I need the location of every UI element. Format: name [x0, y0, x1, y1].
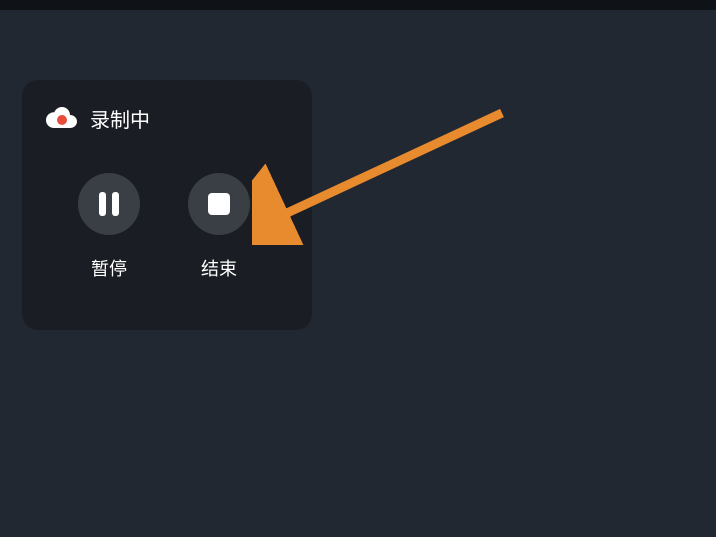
- controls-row: 暂停 结束: [78, 173, 292, 281]
- panel-title: 录制中: [90, 104, 150, 133]
- pause-icon: [99, 192, 119, 216]
- stop-control: 结束: [188, 173, 250, 281]
- stop-label: 结束: [201, 255, 237, 281]
- top-bar: [0, 0, 716, 10]
- panel-header: 录制中: [46, 104, 292, 133]
- pause-label: 暂停: [91, 255, 127, 281]
- cloud-recording-icon: [46, 107, 78, 131]
- recording-panel: 录制中 暂停 结束: [22, 80, 312, 330]
- stop-button[interactable]: [188, 173, 250, 235]
- stop-icon: [208, 193, 230, 215]
- pause-button[interactable]: [78, 173, 140, 235]
- pause-control: 暂停: [78, 173, 140, 281]
